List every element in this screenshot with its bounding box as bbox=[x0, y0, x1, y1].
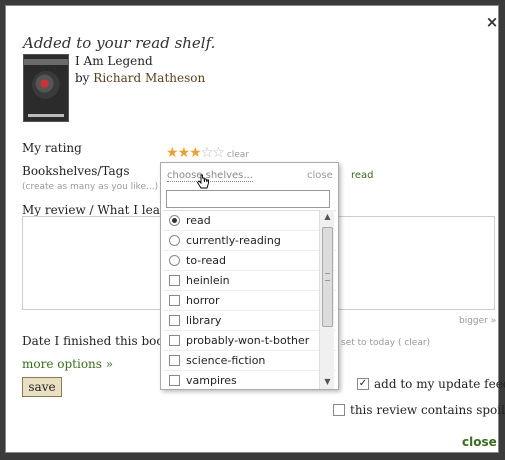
date-clear-link[interactable]: ( clear) bbox=[398, 338, 430, 348]
shelf-option-label: vampires bbox=[186, 374, 237, 387]
bookshelves-hint: (create as many as you like...) bbox=[22, 182, 159, 192]
spoilers-checkbox[interactable] bbox=[333, 404, 345, 416]
added-to-shelf-dialog: × Added to your read shelf. I Am Legend … bbox=[5, 5, 505, 453]
shelf-filter-input[interactable] bbox=[166, 190, 330, 208]
shelf-option-label: heinlein bbox=[186, 274, 230, 287]
shelf-option-read[interactable]: read bbox=[163, 211, 336, 231]
stars-wrap[interactable]: ★★★☆☆ bbox=[166, 145, 225, 161]
star-filled-icon[interactable]: ★ bbox=[178, 145, 191, 161]
book-cover-image[interactable] bbox=[23, 54, 69, 122]
shelf-radio[interactable] bbox=[169, 215, 180, 226]
scroll-up-arrow-icon[interactable]: ▲ bbox=[320, 210, 335, 224]
shelf-option-label: read bbox=[186, 214, 211, 227]
shelf-option-heinlein[interactable]: heinlein bbox=[163, 271, 336, 291]
save-button[interactable]: save bbox=[22, 377, 62, 397]
shelf-option-label: science-fiction bbox=[186, 354, 266, 367]
author-prefix: by bbox=[75, 71, 90, 85]
author-link[interactable]: Richard Matheson bbox=[93, 71, 205, 85]
shelf-option-label: to-read bbox=[186, 254, 226, 267]
star-empty-icon[interactable]: ☆ bbox=[201, 145, 214, 161]
shelf-checkbox[interactable] bbox=[169, 335, 180, 346]
shelf-list-scrollbar[interactable]: ▲ ▼ bbox=[319, 210, 334, 389]
shelf-option-horror[interactable]: horror bbox=[163, 291, 336, 311]
bigger-link[interactable]: bigger » bbox=[459, 316, 496, 326]
my-rating-label: My rating bbox=[22, 141, 82, 155]
shelf-radio[interactable] bbox=[169, 235, 180, 246]
shelf-checkbox[interactable] bbox=[169, 315, 180, 326]
shelf-list: read currently-reading to-read heinlein horr… bbox=[163, 210, 336, 389]
shelf-checkbox[interactable] bbox=[169, 295, 180, 306]
shelf-chooser-dropdown: choose shelves... close read currently-re… bbox=[160, 162, 339, 390]
rating-clear-link[interactable]: clear bbox=[227, 150, 249, 160]
book-author-line: by Richard Matheson bbox=[75, 71, 205, 85]
update-feed-label: add to my update feed bbox=[374, 377, 505, 391]
shelf-option-to-read[interactable]: to-read bbox=[163, 251, 336, 271]
dropdown-close-link[interactable]: close bbox=[307, 170, 333, 181]
dialog-heading: Added to your read shelf. bbox=[23, 34, 216, 52]
date-set-today[interactable]: set to today ( clear) bbox=[341, 338, 430, 348]
spoilers-option[interactable]: this review contains spoilers bbox=[333, 403, 505, 417]
shelf-radio[interactable] bbox=[169, 255, 180, 266]
shelf-checkbox[interactable] bbox=[169, 375, 180, 386]
date-finished-label: Date I finished this book bbox=[22, 334, 171, 348]
close-x-button[interactable]: × bbox=[484, 14, 500, 30]
update-feed-option[interactable]: ✓ add to my update feed ? bbox=[357, 377, 505, 391]
shelf-option-label: horror bbox=[186, 294, 220, 307]
hand-cursor-icon bbox=[196, 174, 209, 189]
shelf-option-vampires[interactable]: vampires bbox=[163, 371, 336, 389]
star-rating[interactable]: ★★★☆☆ clear bbox=[166, 145, 249, 161]
shelf-option-label: library bbox=[186, 314, 222, 327]
book-title: I Am Legend bbox=[75, 54, 153, 68]
shelf-checkbox[interactable] bbox=[169, 355, 180, 366]
bookshelves-label: Bookshelves/Tags bbox=[22, 164, 130, 178]
scrollbar-thumb[interactable] bbox=[322, 227, 333, 327]
shelf-option-library[interactable]: library bbox=[163, 311, 336, 331]
shelf-checkbox[interactable] bbox=[169, 275, 180, 286]
shelf-option-science-fiction[interactable]: science-fiction bbox=[163, 351, 336, 371]
star-filled-icon[interactable]: ★ bbox=[189, 145, 202, 161]
review-label: My review / What I learne bbox=[22, 203, 181, 217]
shelf-option-currently-reading[interactable]: currently-reading bbox=[163, 231, 336, 251]
star-empty-icon[interactable]: ☆ bbox=[212, 145, 225, 161]
star-filled-icon[interactable]: ★ bbox=[166, 145, 179, 161]
set-today-link[interactable]: set to today bbox=[341, 338, 395, 348]
shelf-option-probably-won-t-bother[interactable]: probably-won-t-bother bbox=[163, 331, 336, 351]
shelf-option-label: currently-reading bbox=[186, 234, 281, 247]
current-shelf-tag[interactable]: read bbox=[351, 170, 374, 181]
more-options-link[interactable]: more options » bbox=[22, 357, 113, 371]
update-feed-checkbox[interactable]: ✓ bbox=[357, 378, 369, 390]
shelf-option-label: probably-won-t-bother bbox=[186, 334, 310, 347]
spoilers-label: this review contains spoilers bbox=[350, 403, 505, 417]
close-link[interactable]: close bbox=[462, 435, 497, 449]
scroll-down-arrow-icon[interactable]: ▼ bbox=[320, 375, 335, 389]
